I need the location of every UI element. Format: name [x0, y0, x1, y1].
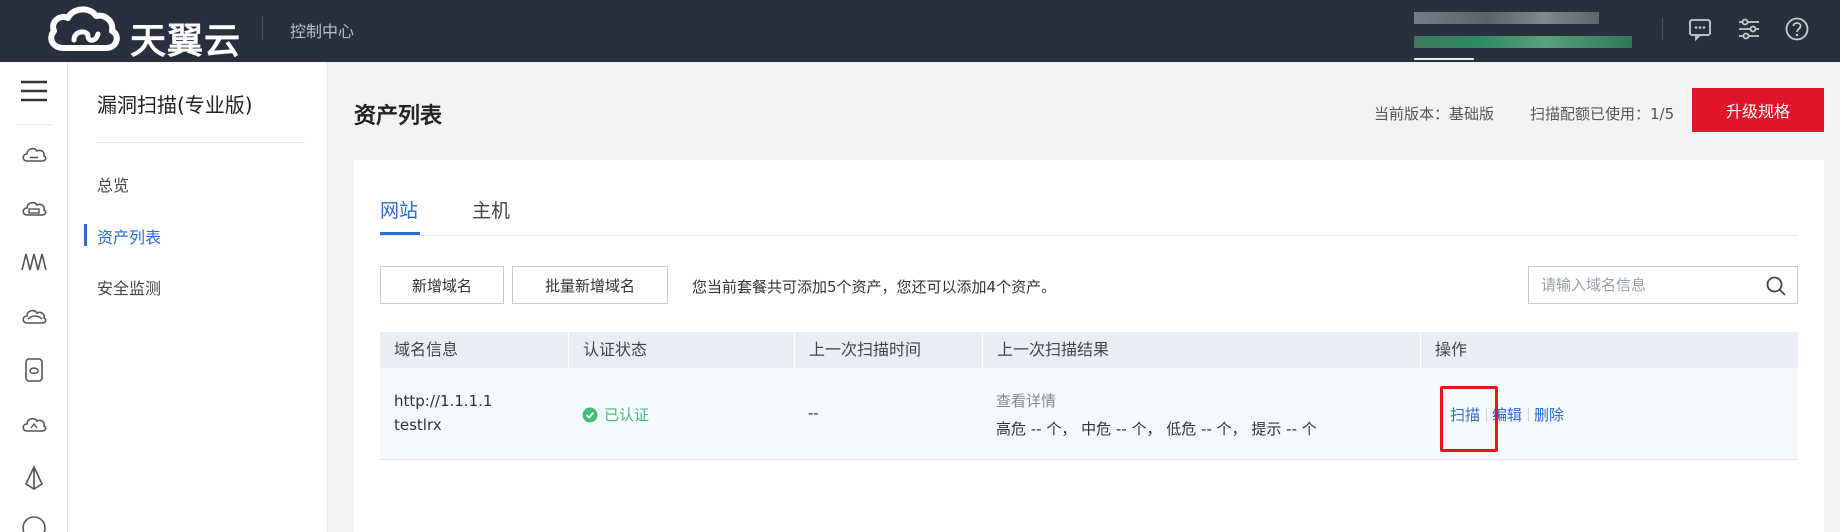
tab-website[interactable]: 网站 — [380, 196, 418, 223]
sidebar-item-asset-list[interactable]: 资产列表 — [97, 224, 161, 248]
scan-quota: 扫描配额已使用：1/5 — [1530, 105, 1675, 123]
cloud-logo-icon — [48, 6, 120, 51]
divider — [262, 16, 263, 40]
user-account-redacted[interactable] — [1414, 10, 1634, 60]
divider — [97, 142, 305, 143]
cloud-icon[interactable] — [20, 302, 48, 330]
column-header-domain: 域名信息 — [394, 340, 459, 359]
settings-sliders-icon[interactable] — [1736, 16, 1762, 42]
last-scan-time: -- — [808, 404, 819, 422]
page-title: 资产列表 — [354, 104, 443, 129]
search-icon[interactable] — [1765, 275, 1787, 297]
current-version: 当前版本：基础版 — [1374, 105, 1495, 123]
product-sidebar: 漏洞扫描(专业版) 总览 资产列表 安全监测 — [68, 62, 328, 532]
divider — [1662, 18, 1663, 40]
product-title: 漏洞扫描(专业版) — [97, 93, 253, 117]
sidebar-item-security-monitoring[interactable]: 安全监测 — [97, 275, 161, 299]
active-indicator — [84, 224, 87, 246]
menu-icon[interactable] — [21, 80, 47, 102]
upgrade-button[interactable]: 升级规格 — [1692, 88, 1824, 132]
tab-host[interactable]: 主机 — [472, 196, 510, 223]
check-circle-icon — [582, 407, 598, 422]
deploy-icon[interactable] — [20, 464, 48, 492]
network-icon[interactable] — [20, 248, 48, 276]
cloud-host-icon[interactable] — [20, 194, 48, 222]
top-bar: 天翼云 控制中心 — [0, 0, 1840, 62]
batch-add-domain-button[interactable]: 批量新增域名 — [512, 266, 668, 304]
scan-result-summary: 高危 -- 个， 中危 -- 个， 低危 -- 个， 提示 -- 个 — [996, 420, 1317, 438]
message-icon[interactable] — [1687, 16, 1713, 42]
cloud-sync-icon[interactable] — [20, 410, 48, 438]
help-icon[interactable] — [1784, 16, 1810, 42]
divider — [1528, 408, 1529, 422]
view-details-link[interactable]: 查看详情 — [996, 390, 1056, 411]
domain-url: http://1.1.1.1 — [394, 392, 493, 410]
ip-icon[interactable] — [20, 514, 48, 532]
divider — [16, 124, 52, 125]
storage-icon[interactable] — [20, 356, 48, 384]
column-header-status: 认证状态 — [568, 332, 794, 368]
column-header-last-scan-result: 上一次扫描结果 — [982, 332, 1420, 368]
status-text: 已认证 — [604, 406, 650, 424]
table-row: http://1.1.1.1 testlrx 已认证 -- 查看详情 高危 --… — [380, 368, 1798, 460]
status-badge: 已认证 — [582, 404, 649, 425]
delete-action-link[interactable]: 删除 — [1534, 404, 1564, 425]
domain-name: testlrx — [394, 416, 442, 434]
sidebar-item-overview[interactable]: 总览 — [97, 172, 129, 196]
column-header-actions: 操作 — [1420, 332, 1798, 368]
quota-hint: 您当前套餐共可添加5个资产，您还可以添加4个资产。 — [692, 278, 1057, 296]
console-link[interactable]: 控制中心 — [290, 18, 354, 42]
search-box[interactable] — [1528, 266, 1798, 304]
add-domain-button[interactable]: 新增域名 — [380, 266, 504, 304]
tabs-divider — [380, 235, 1798, 236]
asset-card: 网站 主机 新增域名 批量新增域名 您当前套餐共可添加5个资产，您还可以添加4个… — [354, 160, 1824, 532]
search-input[interactable] — [1541, 275, 1761, 295]
highlight-box — [1440, 386, 1498, 452]
table-header: 域名信息 认证状态 上一次扫描时间 上一次扫描结果 操作 — [380, 332, 1798, 368]
active-tab-indicator — [380, 232, 420, 235]
brand-logo[interactable]: 天翼云 — [44, 4, 244, 62]
brand-name: 天翼云 — [130, 21, 242, 62]
cloud-server-icon[interactable] — [20, 140, 48, 168]
column-header-last-scan-time: 上一次扫描时间 — [794, 332, 982, 368]
icon-rail — [0, 62, 68, 532]
